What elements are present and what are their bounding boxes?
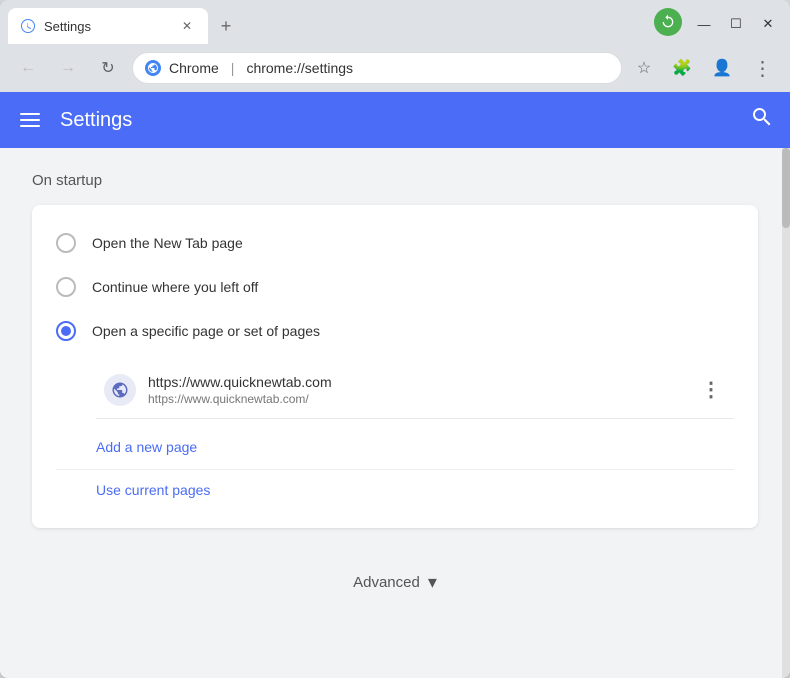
radio-circle-continue bbox=[56, 277, 76, 297]
radio-option-specific[interactable]: Open a specific page or set of pages bbox=[32, 309, 758, 353]
title-bar: Settings ✕ + — ☐ ✕ bbox=[0, 0, 790, 44]
scrollbar-thumb[interactable] bbox=[782, 148, 790, 228]
content-area: On startup Open the New Tab page Continu… bbox=[0, 148, 790, 678]
address-bar: ← → ↻ Chrome | chrome://settings ☆ 🧩 👤 ⋮ bbox=[0, 44, 790, 92]
tab-favicon bbox=[20, 18, 36, 34]
minimize-button[interactable]: — bbox=[690, 10, 718, 38]
url-entry: https://www.quicknewtab.com https://www.… bbox=[96, 361, 734, 419]
radio-option-new-tab[interactable]: Open the New Tab page bbox=[32, 221, 758, 265]
radio-label-continue: Continue where you left off bbox=[92, 279, 258, 295]
back-button[interactable]: ← bbox=[12, 52, 44, 84]
url-favicon bbox=[145, 60, 161, 76]
startup-card: Open the New Tab page Continue where you… bbox=[32, 205, 758, 528]
advanced-section[interactable]: Advanced ▾ bbox=[32, 552, 758, 613]
settings-header: Settings bbox=[0, 92, 790, 148]
update-icon bbox=[654, 8, 682, 36]
url-entry-text: https://www.quicknewtab.com https://www.… bbox=[148, 374, 685, 406]
advanced-arrow-icon: ▾ bbox=[428, 572, 437, 593]
add-new-page-link[interactable]: Add a new page bbox=[96, 439, 197, 455]
main-content: On startup Open the New Tab page Continu… bbox=[0, 148, 790, 678]
url-separator: | bbox=[231, 60, 235, 76]
radio-label-new-tab: Open the New Tab page bbox=[92, 235, 243, 251]
bookmark-button[interactable]: ☆ bbox=[630, 54, 658, 82]
settings-title: Settings bbox=[60, 109, 132, 132]
url-entry-more-button[interactable]: ⋮ bbox=[697, 373, 726, 406]
advanced-label: Advanced bbox=[353, 574, 420, 591]
active-tab[interactable]: Settings ✕ bbox=[8, 8, 208, 44]
add-new-page-link-container: Add a new page bbox=[32, 427, 758, 469]
browser-window: Settings ✕ + — ☐ ✕ ← → ↻ Chrome | chrome… bbox=[0, 0, 790, 678]
window-controls: — ☐ ✕ bbox=[654, 8, 782, 40]
use-current-pages-link-container: Use current pages bbox=[32, 470, 758, 512]
radio-circle-new-tab bbox=[56, 233, 76, 253]
radio-circle-specific bbox=[56, 321, 76, 341]
profile-button[interactable]: 👤 bbox=[706, 52, 738, 84]
settings-search-button[interactable] bbox=[750, 105, 774, 135]
tab-title: Settings bbox=[44, 19, 170, 34]
section-title: On startup bbox=[32, 172, 758, 189]
url-entry-title: https://www.quicknewtab.com bbox=[148, 374, 685, 390]
use-current-pages-link[interactable]: Use current pages bbox=[96, 482, 210, 498]
more-button[interactable]: ⋮ bbox=[746, 52, 778, 84]
url-bar[interactable]: Chrome | chrome://settings bbox=[132, 52, 622, 84]
extensions-button[interactable]: 🧩 bbox=[666, 52, 698, 84]
scrollbar[interactable] bbox=[782, 148, 790, 678]
radio-label-specific: Open a specific page or set of pages bbox=[92, 323, 320, 339]
radio-option-continue[interactable]: Continue where you left off bbox=[32, 265, 758, 309]
close-button[interactable]: ✕ bbox=[754, 10, 782, 38]
hamburger-menu[interactable] bbox=[16, 109, 44, 131]
maximize-button[interactable]: ☐ bbox=[722, 10, 750, 38]
new-tab-button[interactable]: + bbox=[212, 12, 240, 40]
url-entry-globe-icon bbox=[104, 374, 136, 406]
url-path: chrome://settings bbox=[246, 60, 353, 76]
url-domain: Chrome bbox=[169, 60, 219, 76]
forward-button[interactable]: → bbox=[52, 52, 84, 84]
tab-close-button[interactable]: ✕ bbox=[178, 17, 196, 35]
reload-button[interactable]: ↻ bbox=[92, 52, 124, 84]
url-entry-subtitle: https://www.quicknewtab.com/ bbox=[148, 392, 685, 406]
